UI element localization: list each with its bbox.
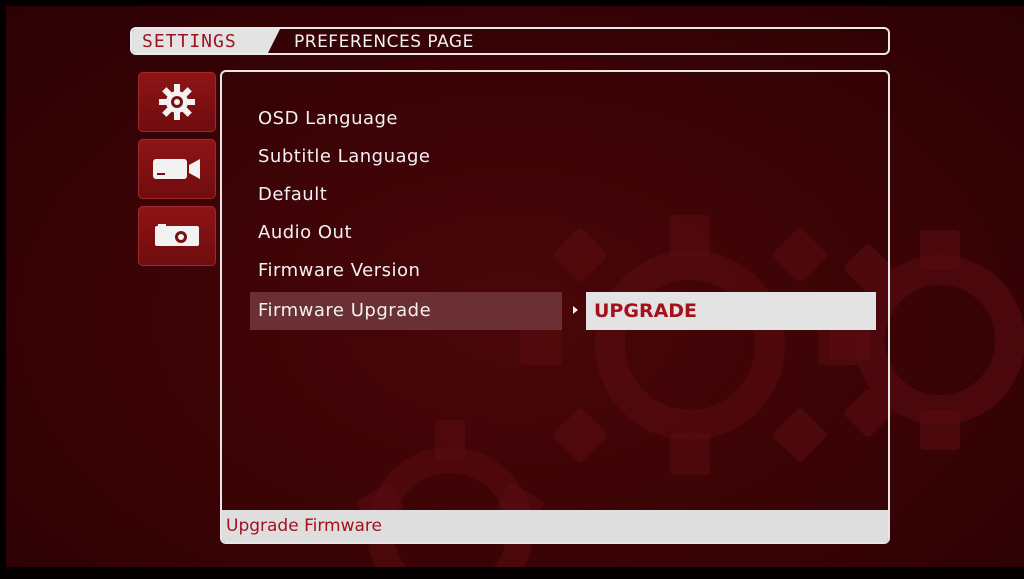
- header-bar: SETTINGS PREFERENCES PAGE: [130, 27, 890, 55]
- video-camera-icon: [153, 159, 200, 179]
- gear-icon: [159, 84, 195, 120]
- header-section-title: SETTINGS: [142, 31, 237, 52]
- screen-border-left: [0, 0, 6, 579]
- menu-item-osd-language[interactable]: OSD Language: [258, 104, 398, 134]
- photo-camera-icon: [155, 224, 199, 246]
- menu-item-firmware-version[interactable]: Firmware Version: [258, 256, 420, 286]
- submenu-option-label: UPGRADE: [594, 300, 698, 322]
- side-tab-photo[interactable]: [138, 206, 216, 266]
- menu-item-audio-out[interactable]: Audio Out: [258, 218, 352, 248]
- side-tab-settings[interactable]: [138, 72, 216, 132]
- submenu-arrow-icon: [573, 306, 578, 314]
- menu-item-subtitle-language[interactable]: Subtitle Language: [258, 142, 431, 172]
- header-page-title: PREFERENCES PAGE: [294, 32, 474, 52]
- screen-border-top: [0, 0, 1024, 6]
- menu-item-default[interactable]: Default: [258, 180, 327, 210]
- side-tab-video[interactable]: [138, 139, 216, 199]
- menu-item-firmware-upgrade[interactable]: Firmware Upgrade: [258, 296, 431, 326]
- submenu-option-upgrade[interactable]: UPGRADE: [586, 292, 876, 330]
- status-help-text: Upgrade Firmware: [226, 516, 382, 536]
- status-bar: Upgrade Firmware: [222, 510, 888, 542]
- preferences-panel: OSD Language Subtitle Language Default A…: [220, 70, 890, 544]
- screen-border-bottom: [0, 567, 1024, 579]
- settings-screen: SETTINGS PREFERENCES PAGE OSD Language S…: [0, 0, 1024, 579]
